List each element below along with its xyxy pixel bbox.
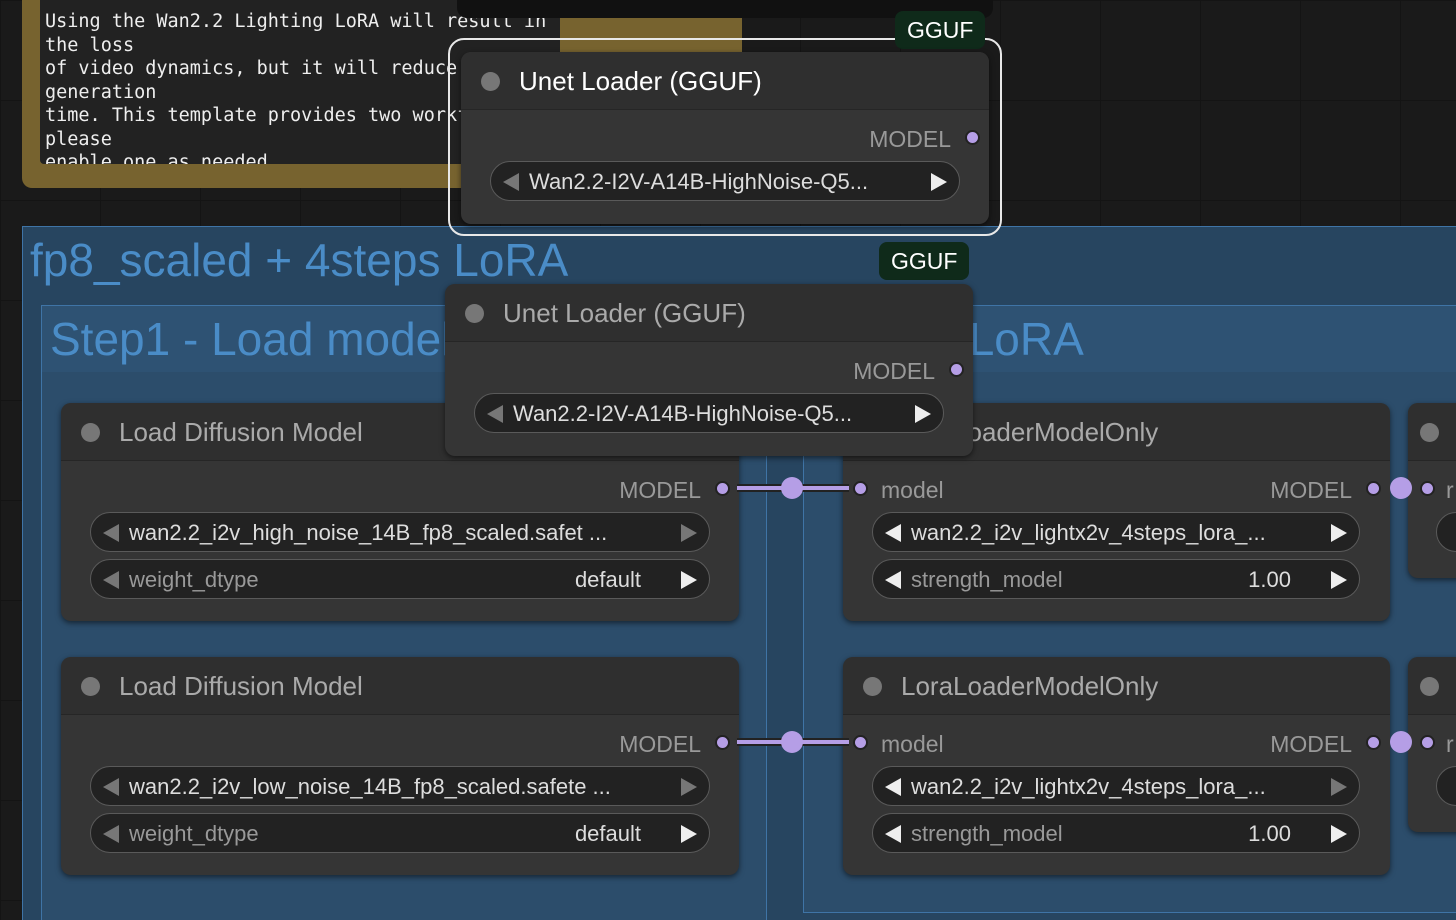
output-slot-model[interactable] bbox=[949, 362, 964, 377]
group-title[interactable]: fp8_scaled + 4steps LoRA bbox=[30, 233, 568, 287]
unet-name-combo[interactable]: wan2.2_i2v_low_noise_14B_fp8_scaled.safe… bbox=[90, 766, 710, 806]
arrow-right-icon[interactable] bbox=[681, 825, 697, 843]
output-label-model: MODEL bbox=[853, 358, 935, 384]
link-midpoint-knob[interactable] bbox=[1390, 477, 1412, 499]
arrow-right-icon[interactable] bbox=[931, 173, 947, 191]
node-title-bar[interactable]: Unet Loader (GGUF) bbox=[445, 284, 973, 342]
strength-model-number[interactable]: strength_model 1.00 bbox=[872, 813, 1360, 853]
output-slot-model[interactable] bbox=[1366, 481, 1381, 496]
input-slot-model[interactable] bbox=[1420, 735, 1435, 750]
strength-model-label: strength_model bbox=[911, 567, 1063, 592]
arrow-left-icon[interactable] bbox=[487, 405, 503, 423]
unet-name-value: wan2.2_i2v_high_noise_14B_fp8_scaled.saf… bbox=[129, 520, 608, 545]
strength-model-value: 1.00 bbox=[1248, 567, 1291, 592]
input-label: r bbox=[1446, 731, 1454, 757]
group-title[interactable]: Step1 - Load models bbox=[50, 312, 475, 366]
partial-widget[interactable] bbox=[1436, 512, 1456, 552]
weight-dtype-label: weight_dtype bbox=[129, 567, 259, 592]
node-title-bar[interactable]: LoraLoaderModelOnly bbox=[843, 657, 1390, 715]
node-title: Load Diffusion Model bbox=[119, 671, 363, 701]
arrow-left-icon[interactable] bbox=[103, 524, 119, 542]
input-label-model: model bbox=[881, 731, 944, 757]
unet-loader-gguf-node-mid[interactable]: Unet Loader (GGUF) MODEL Wan2.2-I2V-A14B… bbox=[445, 284, 973, 456]
arrow-left-icon[interactable] bbox=[885, 825, 901, 843]
arrow-right-icon[interactable] bbox=[681, 571, 697, 589]
node-title: Unet Loader (GGUF) bbox=[519, 66, 762, 96]
output-label-model: MODEL bbox=[1270, 731, 1352, 757]
input-slot-model[interactable] bbox=[1420, 481, 1435, 496]
output-slot-model[interactable] bbox=[715, 735, 730, 750]
load-diffusion-model-node-low[interactable]: Load Diffusion Model MODEL wan2.2_i2v_lo… bbox=[61, 657, 739, 875]
arrow-left-icon[interactable] bbox=[885, 524, 901, 542]
arrow-left-icon[interactable] bbox=[103, 778, 119, 796]
unet-name-combo[interactable]: Wan2.2-I2V-A14B-HighNoise-Q5... bbox=[490, 161, 960, 201]
weight-dtype-combo[interactable]: weight_dtype default bbox=[90, 559, 710, 599]
input-label-model: model bbox=[881, 477, 944, 503]
lora-name-value: wan2.2_i2v_lightx2v_4steps_lora_... bbox=[911, 520, 1266, 545]
strength-model-value: 1.00 bbox=[1248, 821, 1291, 846]
unet-name-combo[interactable]: wan2.2_i2v_high_noise_14B_fp8_scaled.saf… bbox=[90, 512, 710, 552]
link-midpoint-knob[interactable] bbox=[781, 477, 803, 499]
lora-name-combo[interactable]: wan2.2_i2v_lightx2v_4steps_lora_... bbox=[872, 512, 1360, 552]
arrow-left-icon[interactable] bbox=[103, 571, 119, 589]
output-slot-model[interactable] bbox=[715, 481, 730, 496]
strength-model-number[interactable]: strength_model 1.00 bbox=[872, 559, 1360, 599]
weight-dtype-combo[interactable]: weight_dtype default bbox=[90, 813, 710, 853]
collapse-dot-icon[interactable] bbox=[481, 72, 500, 91]
node-title-bar[interactable]: Unet Loader (GGUF) bbox=[461, 52, 989, 110]
unet-loader-gguf-node-top[interactable]: Unet Loader (GGUF) MODEL Wan2.2-I2V-A14B… bbox=[461, 52, 989, 224]
collapse-dot-icon[interactable] bbox=[81, 677, 100, 696]
weight-dtype-value: default bbox=[574, 567, 641, 592]
lora-name-combo[interactable]: wan2.2_i2v_lightx2v_4steps_lora_... bbox=[872, 766, 1360, 806]
output-label-model: MODEL bbox=[1270, 477, 1352, 503]
unet-name-value: wan2.2_i2v_low_noise_14B_fp8_scaled.safe… bbox=[129, 774, 611, 799]
partial-node-right-high[interactable]: r bbox=[1408, 403, 1456, 578]
partial-node-right-low[interactable]: r bbox=[1408, 657, 1456, 832]
collapse-dot-icon[interactable] bbox=[1420, 423, 1439, 442]
node-title-bar[interactable] bbox=[1408, 657, 1456, 715]
collapse-dot-icon[interactable] bbox=[863, 677, 882, 696]
arrow-right-icon[interactable] bbox=[1331, 778, 1347, 796]
arrow-right-icon[interactable] bbox=[1331, 825, 1347, 843]
output-label-model: MODEL bbox=[619, 731, 701, 757]
collapse-dot-icon[interactable] bbox=[81, 423, 100, 442]
output-label-model: MODEL bbox=[619, 477, 701, 503]
collapse-dot-icon[interactable] bbox=[1420, 677, 1439, 696]
arrow-right-icon[interactable] bbox=[681, 524, 697, 542]
node-title: Unet Loader (GGUF) bbox=[503, 298, 746, 328]
arrow-right-icon[interactable] bbox=[681, 778, 697, 796]
output-slot-model[interactable] bbox=[965, 130, 980, 145]
arrow-left-icon[interactable] bbox=[885, 571, 901, 589]
node-title: LoraLoaderModelOnly bbox=[901, 671, 1159, 701]
arrow-left-icon[interactable] bbox=[885, 778, 901, 796]
arrow-left-icon[interactable] bbox=[503, 173, 519, 191]
link-midpoint-knob[interactable] bbox=[1390, 731, 1412, 753]
unet-name-combo[interactable]: Wan2.2-I2V-A14B-HighNoise-Q5... bbox=[474, 393, 944, 433]
gguf-badge: GGUF bbox=[895, 11, 986, 49]
arrow-left-icon[interactable] bbox=[103, 825, 119, 843]
link-midpoint-knob[interactable] bbox=[781, 731, 803, 753]
node-title-bar[interactable] bbox=[1408, 403, 1456, 461]
output-slot-model[interactable] bbox=[1366, 735, 1381, 750]
collapse-dot-icon[interactable] bbox=[465, 304, 484, 323]
partial-widget[interactable] bbox=[1436, 766, 1456, 806]
node-title-bar[interactable]: Load Diffusion Model bbox=[61, 657, 739, 715]
weight-dtype-label: weight_dtype bbox=[129, 821, 259, 846]
input-slot-model[interactable] bbox=[853, 481, 868, 496]
arrow-right-icon[interactable] bbox=[915, 405, 931, 423]
gguf-badge: GGUF bbox=[879, 242, 970, 280]
output-label-model: MODEL bbox=[869, 126, 951, 152]
lora-loader-node-low[interactable]: LoraLoaderModelOnly model MODEL wan2.2_i… bbox=[843, 657, 1390, 875]
lora-name-value: wan2.2_i2v_lightx2v_4steps_lora_... bbox=[911, 774, 1266, 799]
arrow-right-icon[interactable] bbox=[1331, 524, 1347, 542]
arrow-right-icon[interactable] bbox=[1331, 571, 1347, 589]
input-slot-model[interactable] bbox=[853, 735, 868, 750]
strength-model-label: strength_model bbox=[911, 821, 1063, 846]
unet-name-value: Wan2.2-I2V-A14B-HighNoise-Q5... bbox=[513, 401, 853, 426]
node-title: Load Diffusion Model bbox=[119, 417, 363, 447]
input-label: r bbox=[1446, 477, 1454, 503]
weight-dtype-value: default bbox=[574, 821, 641, 846]
unet-name-value: Wan2.2-I2V-A14B-HighNoise-Q5... bbox=[529, 169, 869, 194]
